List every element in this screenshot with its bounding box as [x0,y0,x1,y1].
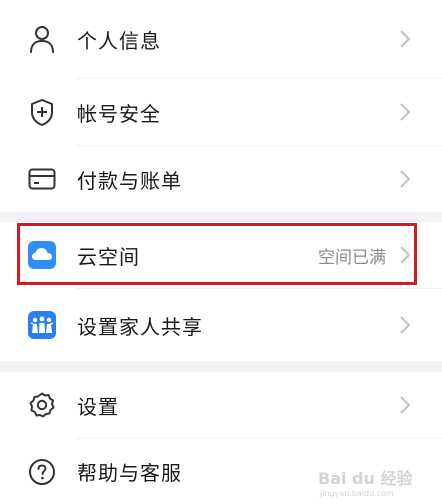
family-icon [28,311,56,339]
chevron-right-icon [398,102,412,122]
menu-item-account-security[interactable]: 帐号安全 [0,79,442,145]
section-gap [0,361,442,372]
menu-item-label: 云空间 [77,244,140,269]
section-gap [0,212,442,222]
chevron-right-icon [398,169,412,189]
account-settings-screen: 个人信息 帐号安全 付款与账单 云空间 空间已满 设置家人共享 设置 帮助与客服… [0,0,442,504]
menu-item-family-sharing[interactable]: 设置家人共享 [0,289,442,361]
shield-icon [28,98,56,126]
help-icon [28,458,56,486]
menu-item-label: 设置 [77,394,119,419]
chevron-right-icon [398,395,412,415]
card-icon [28,165,56,193]
chevron-right-icon [398,29,412,49]
menu-item-label: 付款与账单 [77,168,182,193]
menu-item-label: 设置家人共享 [77,314,203,339]
menu-item-settings[interactable]: 设置 [0,372,442,438]
menu-item-label: 帐号安全 [77,101,161,126]
person-icon [28,25,56,53]
menu-item-payments[interactable]: 付款与账单 [0,146,442,212]
menu-item-profile[interactable]: 个人信息 [0,0,442,78]
gear-icon [28,391,56,419]
menu-item-label: 帮助与客服 [77,461,182,485]
menu-item-cloud[interactable]: 云空间 空间已满 [0,222,442,288]
menu-item-label: 个人信息 [77,28,161,53]
cloud-status: 空间已满 [318,247,386,268]
chevron-right-icon [398,315,412,335]
cloud-icon [28,241,56,269]
chevron-right-icon [398,245,412,265]
watermark-url: jingyan.baidu.com [319,489,394,498]
baidu-jingyan-watermark: Bai du 经验 jingyan.baidu.com [316,466,436,500]
watermark-brand: Bai du 经验 [318,469,413,488]
